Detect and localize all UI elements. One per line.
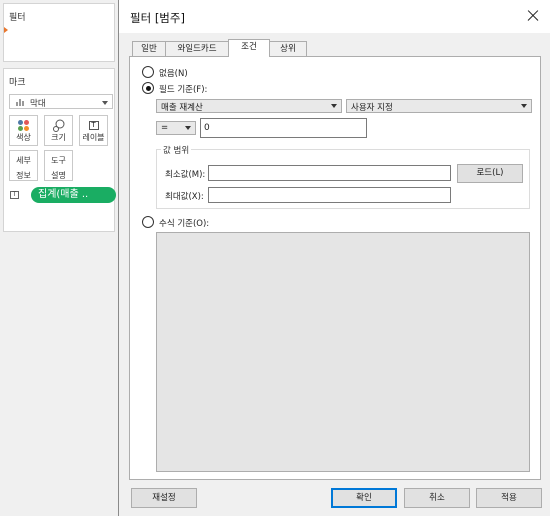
cancel-button[interactable]: 취소 [404, 488, 470, 508]
chevron-down-icon [521, 104, 527, 108]
mark-type-value: 막대 [30, 99, 46, 109]
reset-button[interactable]: 재설정 [131, 488, 197, 508]
max-value-label: 최대값(X): [165, 192, 204, 202]
detail-button-label-1: 세부 [16, 156, 31, 165]
radio-none-label: 없음(N) [159, 69, 188, 79]
measure-pill[interactable]: 집계(매출 .. [31, 187, 116, 203]
chevron-down-icon [102, 101, 108, 105]
operator-select-value: = [161, 123, 169, 133]
size-button-label: 크기 [51, 133, 66, 142]
tooltip-button-label-2: 설명 [51, 171, 66, 180]
tableau-left-panel: 필터 마크 막대 색상 크기 T 레이블 세부 정보 도구 설명 T 집계(매출… [0, 0, 118, 516]
color-button[interactable]: 색상 [9, 115, 38, 146]
load-button[interactable]: 로드(L) [457, 164, 523, 183]
size-icon [45, 119, 72, 133]
field-select-value: 매출 재계산 [161, 103, 203, 113]
value-range-title: 값 범위 [161, 144, 192, 156]
marks-card: 마크 막대 색상 크기 T 레이블 세부 정보 도구 설명 T 집계(매출 .. [3, 68, 116, 232]
radio-by-field[interactable] [142, 82, 154, 94]
mark-type-dropdown[interactable]: 막대 [9, 94, 113, 109]
color-dots-icon [10, 119, 37, 133]
size-button[interactable]: 크기 [44, 115, 73, 146]
detail-button-label-2: 정보 [16, 171, 31, 180]
min-value-input[interactable] [208, 165, 451, 181]
text-mark-icon: T [10, 191, 19, 199]
tooltip-button-label-1: 도구 [51, 156, 66, 165]
filters-shelf-title: 필터 [9, 13, 26, 23]
condition-value-input[interactable]: 0 [200, 118, 367, 138]
radio-by-formula-label: 수식 기준(O): [159, 219, 210, 229]
text-label-icon: T [80, 119, 107, 133]
tab-general[interactable]: 일반 [132, 41, 166, 56]
aggregation-select[interactable]: 사용자 지정 [346, 99, 532, 113]
marks-card-title: 마크 [9, 78, 26, 88]
tab-top[interactable]: 상위 [269, 41, 307, 56]
chevron-down-icon [185, 126, 191, 130]
radio-by-field-label: 필드 기준(F): [159, 85, 208, 95]
aggregation-select-value: 사용자 지정 [351, 103, 393, 113]
radio-by-formula[interactable] [142, 216, 154, 228]
condition-tab-panel: 없음(N) 필드 기준(F): 매출 재계산 사용자 지정 = 0 값 범위 최… [129, 56, 541, 480]
bar-chart-icon [16, 99, 25, 106]
detail-button[interactable]: 세부 정보 [9, 150, 38, 181]
tab-condition[interactable]: 조건 [228, 39, 270, 57]
ok-button[interactable]: 확인 [331, 488, 397, 508]
close-icon[interactable] [521, 4, 545, 28]
color-button-label: 색상 [16, 133, 31, 142]
drop-indicator-icon [4, 27, 8, 33]
max-value-input[interactable] [208, 187, 451, 203]
dialog-titlebar[interactable]: 필터 [범주] [119, 0, 550, 33]
chevron-down-icon [331, 104, 337, 108]
dialog-title: 필터 [범주] [130, 11, 185, 25]
label-button-label: 레이블 [82, 133, 105, 142]
field-select[interactable]: 매출 재계산 [156, 99, 342, 113]
tooltip-button[interactable]: 도구 설명 [44, 150, 73, 181]
value-range-group: 값 범위 최소값(M): 로드(L) 최대값(X): [156, 144, 530, 209]
radio-none[interactable] [142, 66, 154, 78]
label-button[interactable]: T 레이블 [79, 115, 108, 146]
operator-select[interactable]: = [156, 121, 196, 135]
condition-value: 0 [204, 123, 210, 133]
filter-dialog: 필터 [범주] 일반 와일드카드 조건 상위 없음(N) 필드 기준(F): 매… [118, 0, 550, 516]
formula-editor[interactable] [156, 232, 530, 472]
filters-shelf[interactable]: 필터 [3, 3, 115, 62]
tab-wildcard[interactable]: 와일드카드 [165, 41, 229, 56]
min-value-label: 최소값(M): [165, 170, 206, 180]
apply-button[interactable]: 적용 [476, 488, 542, 508]
